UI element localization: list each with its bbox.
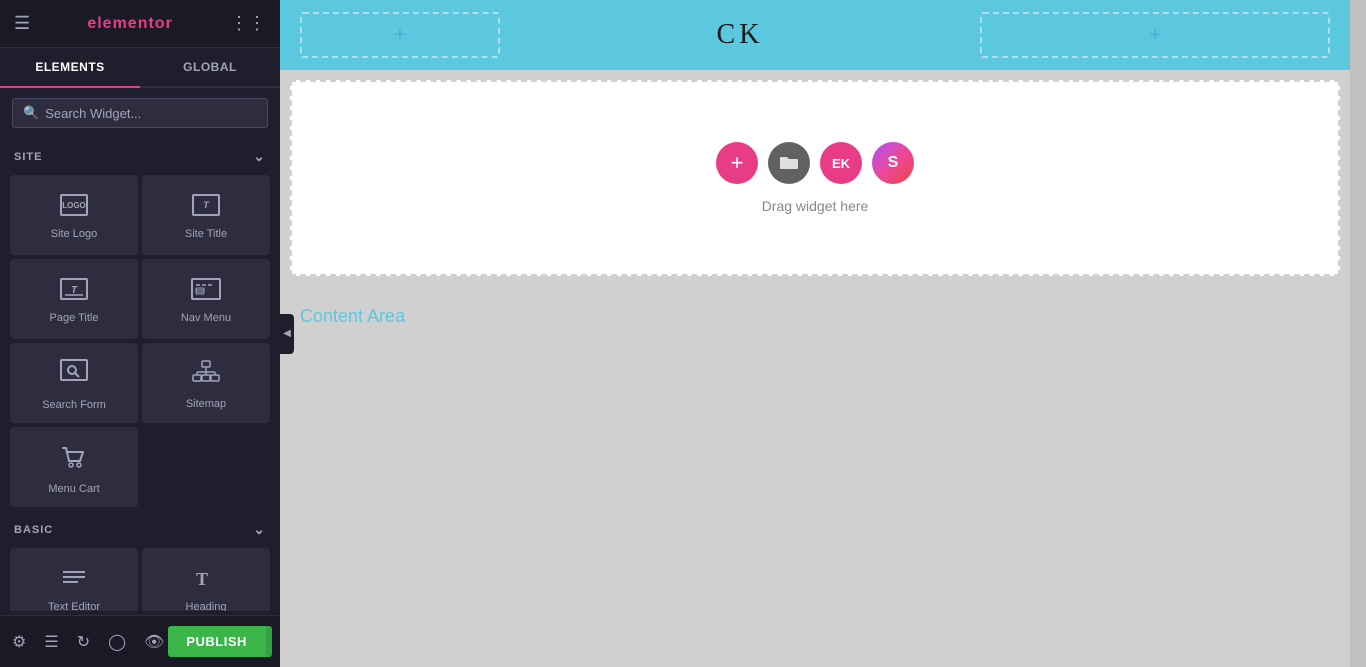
collapse-arrow-icon: ◀ <box>283 328 291 339</box>
canvas-content-area: Content Area <box>280 286 1350 347</box>
search-form-icon <box>60 359 88 391</box>
history-icon[interactable]: ↻ <box>73 628 94 656</box>
header-right-add-zone[interactable]: + <box>980 12 1330 58</box>
heading-icon: T <box>192 567 220 593</box>
site-chevron-icon[interactable]: ⌄ <box>253 148 266 165</box>
layers-icon[interactable]: ☰ <box>40 628 62 656</box>
text-editor-icon <box>60 567 88 593</box>
site-section-label: SITE <box>14 151 42 163</box>
text-editor-label: Text Editor <box>48 601 100 611</box>
heading-label: Heading <box>186 601 227 611</box>
content-area-label: Content Area <box>300 306 405 326</box>
hamburger-icon[interactable]: ☰ <box>14 13 30 34</box>
widget-nav-menu[interactable]: Nav Menu <box>142 259 270 339</box>
widget-page-title[interactable]: T Page Title <box>10 259 138 339</box>
sitemap-label: Sitemap <box>186 398 226 410</box>
svg-text:LOGO: LOGO <box>62 201 86 210</box>
settings-icon[interactable]: ⚙ <box>8 628 30 656</box>
publish-arrow-button[interactable]: ▲ <box>265 626 272 657</box>
add-widget-button[interactable]: + <box>716 142 758 184</box>
site-section-header: SITE ⌄ <box>0 138 280 171</box>
svg-text:T: T <box>203 200 210 210</box>
folder-button[interactable] <box>768 142 810 184</box>
site-widget-grid: LOGO Site Logo T Site Title <box>0 171 280 511</box>
header-left-add-zone[interactable]: + <box>300 12 500 58</box>
page-title-icon: T <box>60 278 88 304</box>
tab-global[interactable]: GLOBAL <box>140 48 280 86</box>
panel-topbar: ☰ elementor ⋮⋮ <box>0 0 280 48</box>
widget-search-form[interactable]: Search Form <box>10 343 138 423</box>
sitemap-icon <box>191 360 221 390</box>
widget-site-title[interactable]: T Site Title <box>142 175 270 255</box>
page-title-label: Page Title <box>50 312 99 324</box>
publish-button[interactable]: PUBLISH <box>168 626 265 657</box>
header-left-add-icon: + <box>394 24 406 47</box>
site-logo-label: Site Logo <box>51 228 97 240</box>
widget-text-editor[interactable]: Text Editor <box>10 548 138 611</box>
search-input[interactable] <box>45 106 257 121</box>
widget-sitemap[interactable]: Sitemap <box>142 343 270 423</box>
panel-tabs: ELEMENTS GLOBAL <box>0 48 280 88</box>
collapse-panel-handle[interactable]: ◀ <box>280 314 294 354</box>
publish-btn-group: PUBLISH ▲ <box>168 626 272 657</box>
svg-text:T: T <box>196 569 208 589</box>
ek-button[interactable]: EK <box>820 142 862 184</box>
right-scrollbar-strip[interactable] <box>1350 0 1366 667</box>
widget-site-logo[interactable]: LOGO Site Logo <box>10 175 138 255</box>
site-title-label: Site Title <box>185 228 227 240</box>
site-title-icon: T <box>192 194 220 220</box>
drag-widget-text: Drag widget here <box>762 198 869 214</box>
menu-cart-label: Menu Cart <box>48 483 99 495</box>
nav-menu-label: Nav Menu <box>181 312 231 324</box>
site-logo-icon: LOGO <box>60 194 88 220</box>
basic-widget-grid: Text Editor T Heading <box>0 544 280 611</box>
basic-section-label: BASIC <box>14 524 53 536</box>
basic-chevron-icon[interactable]: ⌄ <box>253 521 266 538</box>
bottom-toolbar: ⚙ ☰ ↻ ◯ 👁 PUBLISH ▲ <box>0 615 280 667</box>
header-logo: CK <box>717 19 764 51</box>
canvas-drop-section[interactable]: + EK S Drag widget here <box>290 80 1340 276</box>
widget-menu-cart[interactable]: Menu Cart <box>10 427 138 507</box>
grid-icon[interactable]: ⋮⋮ <box>230 13 266 34</box>
panel-content: SITE ⌄ LOGO Site Logo T <box>0 138 280 611</box>
panel-search: 🔍 <box>0 88 280 138</box>
preview-icon[interactable]: 👁 <box>140 628 168 656</box>
widget-heading[interactable]: T Heading <box>142 548 270 611</box>
search-icon: 🔍 <box>23 105 39 121</box>
s-button[interactable]: S <box>872 142 914 184</box>
widget-action-buttons: + EK S <box>716 142 914 184</box>
canvas-header: + CK + <box>280 0 1350 70</box>
header-right-add-icon: + <box>1149 24 1161 47</box>
menu-cart-icon <box>60 443 88 475</box>
main-canvas: + CK + + EK S Drag widget here Content A… <box>280 0 1350 667</box>
search-wrapper: 🔍 <box>12 98 268 128</box>
tab-elements[interactable]: ELEMENTS <box>0 48 140 88</box>
search-form-label: Search Form <box>42 399 106 411</box>
responsive-icon[interactable]: ◯ <box>104 628 130 656</box>
elementor-logo: elementor <box>87 15 172 33</box>
nav-menu-icon <box>191 278 221 304</box>
bottom-tools: ⚙ ☰ ↻ ◯ 👁 <box>8 628 168 656</box>
basic-section-header: BASIC ⌄ <box>0 511 280 544</box>
left-panel: ☰ elementor ⋮⋮ ELEMENTS GLOBAL 🔍 SITE ⌄ <box>0 0 280 667</box>
